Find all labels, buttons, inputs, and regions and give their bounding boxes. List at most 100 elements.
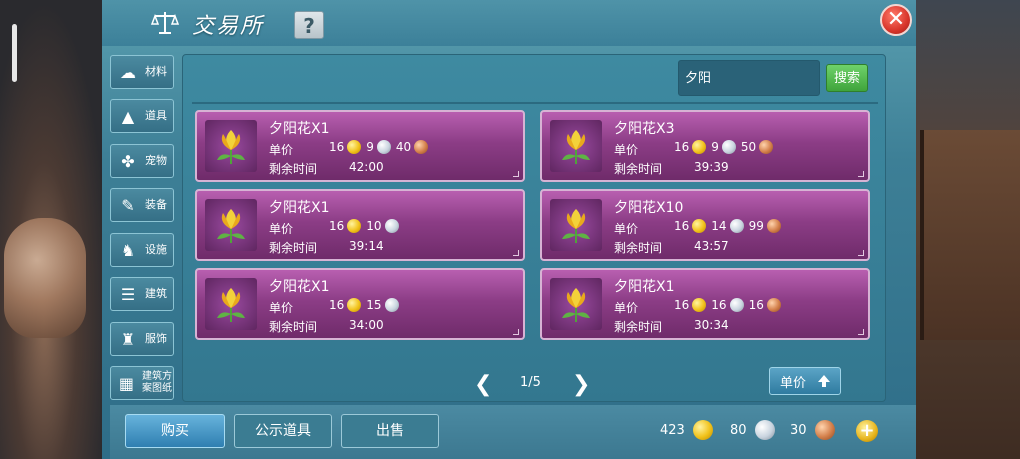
ore-icon: ☁ bbox=[120, 62, 136, 82]
gold-coin-icon bbox=[692, 219, 707, 233]
gold-coin-icon bbox=[347, 219, 362, 233]
shirt-icon: ♜ bbox=[120, 329, 136, 349]
wallet-silver: 80 bbox=[730, 420, 778, 440]
corner-mark bbox=[858, 250, 864, 256]
wall-icon: ☰ bbox=[120, 284, 136, 304]
gold-coin-icon bbox=[692, 298, 707, 312]
add-currency-button[interactable]: + bbox=[856, 420, 878, 442]
silver-amount: 10 bbox=[366, 219, 382, 233]
sunset-flower-icon bbox=[205, 199, 257, 251]
gold-amount: 16 bbox=[329, 219, 345, 233]
listing-price: 16 15 bbox=[329, 298, 402, 312]
listing-price: 16 14 99 bbox=[674, 219, 784, 233]
silver-coin-icon bbox=[376, 140, 391, 154]
gold-coin-icon bbox=[692, 420, 713, 440]
sort-label: 单价 bbox=[780, 375, 807, 391]
remaining-time: 39:14 bbox=[349, 239, 384, 253]
search-button[interactable]: 搜索 bbox=[826, 64, 868, 92]
category-tab-clothing[interactable]: ♜ 服饰 bbox=[110, 322, 174, 356]
next-page-button[interactable]: ❯ bbox=[572, 372, 590, 397]
listing-price: 16 9 40 bbox=[329, 140, 431, 154]
category-tab-equipment[interactable]: ✎ 装备 bbox=[110, 188, 174, 222]
category-tab-facilities[interactable]: ♞ 设施 bbox=[110, 233, 174, 267]
gold-coin-icon bbox=[692, 140, 707, 154]
copper-balance: 30 bbox=[790, 422, 807, 438]
price-label: 单价 bbox=[269, 222, 294, 236]
copper-coin-icon bbox=[766, 219, 781, 233]
gold-coin-icon bbox=[347, 140, 362, 154]
category-tab-blueprints[interactable]: ▦ 建筑方案图纸 bbox=[110, 366, 174, 400]
listing-card[interactable]: 夕阳花X10 单价 16 14 99 剩余时间 43:57 bbox=[540, 189, 870, 261]
price-label: 单价 bbox=[614, 222, 639, 236]
listing-price: 16 9 50 bbox=[674, 140, 776, 154]
divider bbox=[192, 102, 878, 104]
paw-icon: ✤ bbox=[121, 151, 135, 171]
help-button[interactable]: ? bbox=[294, 11, 324, 39]
remaining-time: 30:34 bbox=[694, 318, 729, 332]
silver-amount: 14 bbox=[711, 219, 727, 233]
category-tab-materials[interactable]: ☁ 材料 bbox=[110, 55, 174, 89]
prev-page-button[interactable]: ❮ bbox=[474, 372, 492, 397]
sort-by-price-button[interactable]: 单价 bbox=[769, 367, 841, 395]
price-label: 单价 bbox=[614, 301, 639, 315]
silver-amount: 15 bbox=[366, 298, 382, 312]
public-items-button[interactable]: 公示道具 bbox=[234, 414, 332, 448]
category-label: 材料 bbox=[145, 65, 167, 78]
silver-coin-icon bbox=[729, 298, 744, 312]
sunset-flower-icon bbox=[550, 278, 602, 330]
category-label: 设施 bbox=[145, 243, 167, 256]
category-tab-pets[interactable]: ✤ 宠物 bbox=[110, 144, 174, 178]
price-label: 单价 bbox=[269, 301, 294, 315]
silver-coin-icon bbox=[384, 298, 399, 312]
category-tab-items[interactable]: ▲ 道具 bbox=[110, 99, 174, 133]
listing-name: 夕阳花X10 bbox=[614, 200, 684, 216]
listing-name: 夕阳花X1 bbox=[614, 279, 675, 295]
category-label: 建筑 bbox=[145, 287, 167, 300]
sword-icon: ✎ bbox=[121, 195, 135, 215]
silver-coin-icon bbox=[721, 140, 736, 154]
sort-arrow-icon bbox=[818, 375, 831, 387]
remaining-time: 43:57 bbox=[694, 239, 729, 253]
gold-amount: 16 bbox=[329, 298, 345, 312]
category-label: 宠物 bbox=[145, 154, 167, 167]
buy-button[interactable]: 购买 bbox=[125, 414, 225, 448]
sell-button[interactable]: 出售 bbox=[341, 414, 439, 448]
silver-coin-icon bbox=[754, 420, 775, 440]
category-tab-buildings[interactable]: ☰ 建筑 bbox=[110, 277, 174, 311]
copper-coin-icon bbox=[766, 298, 781, 312]
listing-name: 夕阳花X1 bbox=[269, 279, 330, 295]
time-label: 剩余时间 bbox=[614, 162, 663, 176]
copper-amount: 50 bbox=[740, 140, 757, 154]
silver-amount: 9 bbox=[711, 140, 719, 154]
potion-icon: ▲ bbox=[121, 106, 135, 126]
gold-amount: 16 bbox=[674, 140, 690, 154]
wallet-gold: 423 bbox=[660, 420, 716, 440]
listing-price: 16 16 16 bbox=[674, 298, 784, 312]
corner-mark bbox=[513, 250, 519, 256]
silver-amount: 9 bbox=[366, 140, 374, 154]
corner-mark bbox=[513, 171, 519, 177]
listing-card[interactable]: 夕阳花X1 单价 16 15 剩余时间 34:00 bbox=[195, 268, 525, 340]
copper-coin-icon bbox=[414, 140, 429, 154]
gold-amount: 16 bbox=[674, 298, 690, 312]
listing-card[interactable]: 夕阳花X1 单价 16 16 16 剩余时间 30:34 bbox=[540, 268, 870, 340]
corner-mark bbox=[858, 171, 864, 177]
sunset-flower-icon bbox=[550, 120, 602, 172]
listing-card[interactable]: 夕阳花X3 单价 16 9 50 剩余时间 39:39 bbox=[540, 110, 870, 182]
gold-coin-icon bbox=[347, 298, 362, 312]
copper-coin-icon bbox=[759, 140, 774, 154]
game-character bbox=[4, 218, 86, 338]
page-indicator: 1/5 bbox=[520, 375, 541, 390]
drag-handle[interactable] bbox=[12, 24, 17, 82]
silver-balance: 80 bbox=[730, 422, 747, 438]
time-label: 剩余时间 bbox=[269, 162, 318, 176]
remaining-time: 42:00 bbox=[349, 160, 384, 174]
search-input[interactable]: 夕阳 bbox=[678, 60, 820, 96]
close-button[interactable]: ✕ bbox=[880, 4, 912, 36]
gold-amount: 16 bbox=[674, 219, 690, 233]
listing-card[interactable]: 夕阳花X1 单价 16 9 40 剩余时间 42:00 bbox=[195, 110, 525, 182]
copper-amount: 16 bbox=[748, 298, 764, 312]
listing-card[interactable]: 夕阳花X1 单价 16 10 剩余时间 39:14 bbox=[195, 189, 525, 261]
copper-coin-icon bbox=[814, 420, 835, 440]
time-label: 剩余时间 bbox=[269, 241, 318, 255]
